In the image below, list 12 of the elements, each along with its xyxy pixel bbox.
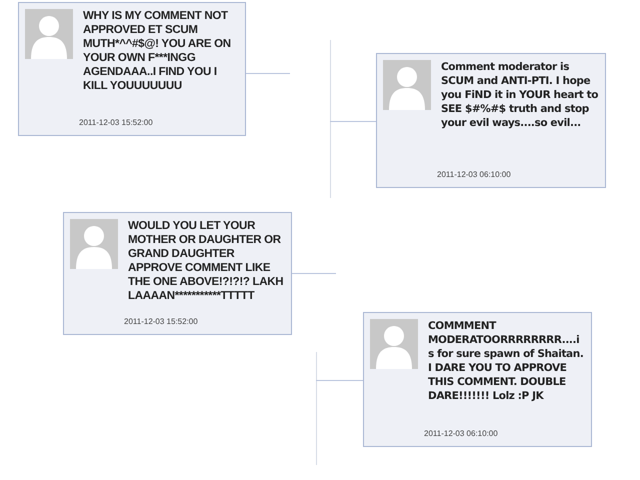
comment-text: COMMMENT MODERATOORRRRRRRR....is for sure spawn of Shaitan. I DARE YOU TO APPROVE THIS COMMENT. DOUBLE DARE!!!!!!! Lolz :P JK xyxy=(428,319,584,403)
comment-date: 2011-12-03 15:52:00 xyxy=(124,316,198,328)
comment-date: 2011-12-03 06:10:00 xyxy=(437,169,511,181)
comment-date: 2011-12-03 06:10:00 xyxy=(424,428,498,440)
comment-date: 2011-12-03 15:52:00 xyxy=(79,117,153,129)
comment-text: WOULD YOU LET YOUR MOTHER OR DAUGHTER OR GRAND DAUGHTER APPROVE COMMENT LIKE THE ONE ABOVE!?!?!? LAKH LAAAAN***********TTTTT xyxy=(128,219,284,303)
avatar-icon xyxy=(70,219,118,269)
comment-text: WHY IS MY COMMENT NOT APPROVED ET SCUM MUTH*^^#$@! YOU ARE ON YOUR OWN F***INGG AGENDAAA..I FIND YOU I KILL YOUUUUUUU xyxy=(83,9,232,93)
avatar-icon xyxy=(370,319,418,369)
comment-text: Comment moderator is SCUM and ANTI-PTI. I hope you FiND it in YOUR heart to SEE $#%#$ truth and stop your evil ways....so evil... xyxy=(441,60,599,130)
avatar-icon xyxy=(383,60,431,110)
avatar-icon xyxy=(25,9,73,59)
